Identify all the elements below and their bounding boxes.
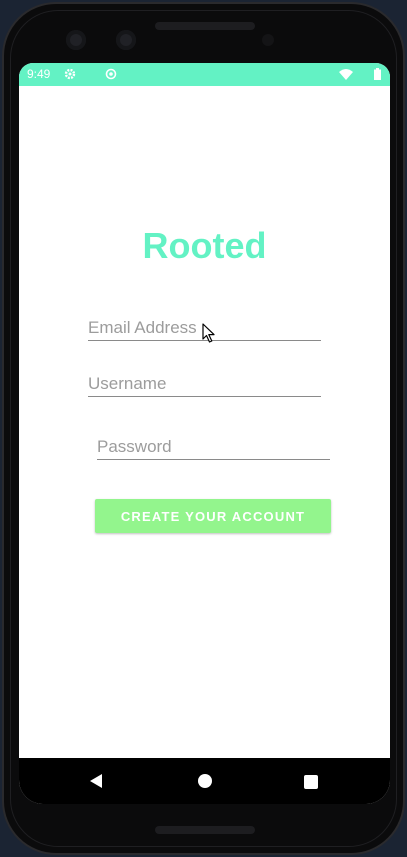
app-screen: 9:49 Rooted CREATE YOU xyxy=(19,63,390,804)
app-title: Rooted xyxy=(142,225,267,266)
home-icon[interactable] xyxy=(197,773,213,793)
wifi-icon xyxy=(339,69,353,83)
bottom-speaker xyxy=(155,826,255,834)
proximity-sensor xyxy=(262,34,274,46)
create-account-button[interactable]: CREATE YOUR ACCOUNT xyxy=(95,499,331,533)
password-field[interactable] xyxy=(97,434,330,460)
front-camera-icon xyxy=(116,30,136,50)
front-camera-icon xyxy=(66,30,86,50)
circle-icon xyxy=(105,68,117,83)
status-bar: 9:49 xyxy=(19,63,390,86)
mouse-pointer-icon xyxy=(202,323,216,347)
battery-icon xyxy=(374,68,381,83)
navigation-bar xyxy=(19,758,390,804)
recent-apps-icon[interactable] xyxy=(304,774,318,793)
back-icon[interactable] xyxy=(89,773,103,793)
gear-icon xyxy=(64,68,76,83)
username-field[interactable] xyxy=(88,371,321,397)
top-speaker xyxy=(155,22,255,30)
status-time: 9:49 xyxy=(27,67,51,81)
